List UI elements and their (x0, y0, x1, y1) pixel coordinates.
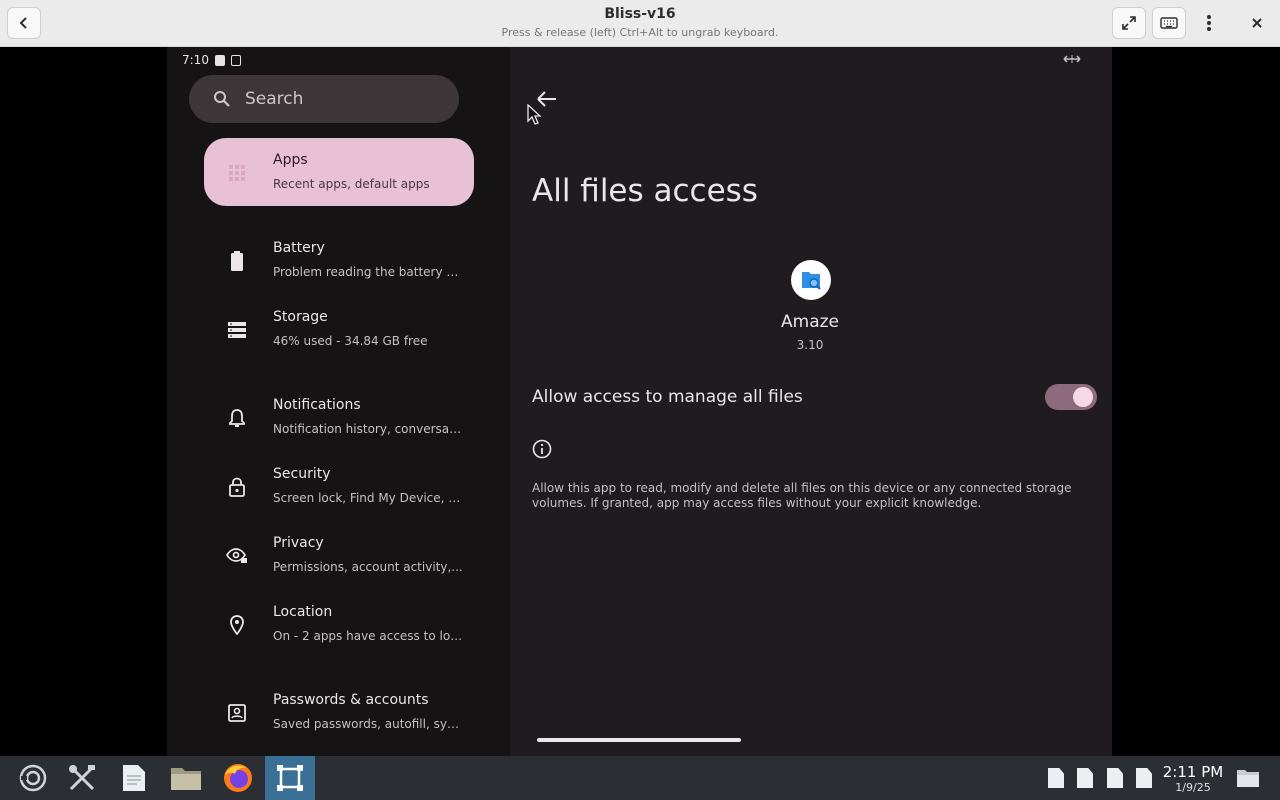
nav-item-subtitle: Problem reading the battery m... (273, 265, 463, 279)
folder-icon (1237, 770, 1259, 787)
settings-icon (19, 764, 47, 792)
tools-icon (69, 765, 95, 791)
account-box-icon (226, 702, 248, 724)
notification-icon (214, 54, 225, 66)
nav-item-battery[interactable]: Battery Problem reading the battery m... (204, 226, 474, 294)
firefox-icon (224, 764, 252, 792)
gesture-navigation-handle[interactable] (537, 738, 741, 742)
mouse-cursor-icon (527, 104, 541, 125)
virt-manager-icon (277, 765, 303, 791)
window-subtitle: Press & release (left) Ctrl+Alt to ungra… (501, 26, 779, 39)
storage-icon (226, 319, 248, 341)
nav-item-privacy[interactable]: Privacy Permissions, account activity,..… (204, 521, 474, 589)
tray-document-icon[interactable] (1048, 768, 1064, 788)
nav-item-location[interactable]: Location On - 2 apps have access to loc.… (204, 590, 474, 658)
app-name: Amaze (781, 312, 839, 332)
fullscreen-button[interactable] (1112, 7, 1146, 39)
app-version: 3.10 (796, 338, 824, 352)
android-screen: 7:10 Search Apps Recent apps, default ap… (167, 47, 1112, 756)
host-taskbar: 2:11 PM 1/9/25 (0, 756, 1280, 800)
battery-icon (226, 250, 248, 272)
nav-item-apps[interactable]: Apps Recent apps, default apps (204, 138, 474, 206)
nav-item-title: Notifications (273, 397, 361, 413)
nav-item-security[interactable]: Security Screen lock, Find My Device, ap… (204, 452, 474, 520)
keyboard-button[interactable] (1152, 7, 1186, 39)
kebab-menu-icon (1207, 15, 1211, 31)
nav-item-title: Privacy (273, 535, 324, 551)
menu-button[interactable] (1192, 7, 1226, 39)
nav-item-title: Battery (273, 240, 325, 256)
expand-horizontal-icon[interactable] (1063, 53, 1081, 65)
taskbar-settings-launcher[interactable] (8, 756, 58, 800)
window-title: Bliss-v16 (604, 6, 676, 22)
nav-item-subtitle: Permissions, account activity,... (273, 560, 463, 574)
nav-item-subtitle: On - 2 apps have access to loc... (273, 629, 463, 643)
fullscreen-icon (1122, 16, 1136, 30)
status-bar: 7:10 (182, 51, 241, 69)
info-icon (532, 439, 552, 459)
tray-document-icon[interactable] (1107, 768, 1123, 788)
nav-item-title: Security (273, 466, 331, 482)
nav-item-subtitle: Saved passwords, autofill, syn... (273, 717, 463, 731)
file-manager-icon (171, 768, 201, 790)
nav-item-title: Passwords & accounts (273, 692, 429, 708)
close-icon (1252, 18, 1262, 28)
location-pin-icon (226, 614, 248, 636)
search-icon (214, 91, 230, 107)
toggle-knob (1073, 387, 1093, 407)
tray-document-icon[interactable] (1136, 768, 1152, 788)
bell-icon (226, 407, 248, 429)
nav-item-title: Storage (273, 309, 328, 325)
amaze-app-icon (791, 260, 831, 300)
search-input[interactable]: Search (189, 75, 459, 123)
settings-navigation-pane: 7:10 Search Apps Recent apps, default ap… (167, 47, 510, 756)
clock-time[interactable]: 2:11 PM (1160, 763, 1226, 781)
close-button[interactable] (1240, 7, 1274, 39)
taskbar-text-editor-launcher[interactable] (109, 756, 159, 800)
nav-item-subtitle: Screen lock, Find My Device, ap... (273, 491, 463, 505)
sim-card-icon (230, 54, 241, 66)
text-editor-icon (123, 765, 145, 791)
status-time: 7:10 (182, 53, 209, 67)
clock-date[interactable]: 1/9/25 (1160, 781, 1226, 794)
permission-label[interactable]: Allow access to manage all files (532, 387, 803, 407)
nav-item-notifications[interactable]: Notifications Notification history, conv… (204, 383, 474, 451)
eye-lock-icon (226, 545, 248, 567)
tray-document-icon[interactable] (1077, 768, 1093, 788)
nav-item-passwords-accounts[interactable]: Passwords & accounts Saved passwords, au… (204, 678, 474, 746)
nav-item-subtitle: Recent apps, default apps (273, 177, 430, 191)
keyboard-icon (1160, 17, 1178, 29)
taskbar-tools-launcher[interactable] (57, 756, 107, 800)
nav-item-subtitle: 46% used - 34.84 GB free (273, 334, 428, 348)
taskbar-file-manager-launcher[interactable] (161, 756, 211, 800)
manage-all-files-toggle[interactable] (1045, 384, 1097, 410)
taskbar-virt-manager-launcher[interactable] (265, 756, 315, 800)
nav-item-storage[interactable]: Storage 46% used - 34.84 GB free (204, 295, 474, 363)
page-title: All files access (532, 173, 758, 209)
lock-icon (226, 476, 248, 498)
nav-item-subtitle: Notification history, conversati... (273, 422, 463, 436)
taskbar-firefox-launcher[interactable] (213, 756, 263, 800)
detail-pane: All files access Amaze 3.10 Allow access… (510, 47, 1112, 756)
search-placeholder: Search (245, 89, 304, 109)
apps-grid-icon (226, 162, 248, 184)
permission-description: Allow this app to read, modify and delet… (532, 481, 1072, 510)
nav-item-title: Location (273, 604, 333, 620)
window-titlebar: Bliss-v16 Press & release (left) Ctrl+Al… (0, 0, 1280, 47)
nav-item-title: Apps (273, 152, 308, 168)
taskbar-show-desktop[interactable] (1223, 756, 1273, 800)
